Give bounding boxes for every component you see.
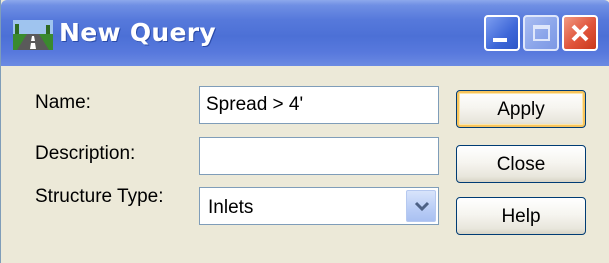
description-field[interactable]: [199, 137, 439, 175]
new-query-dialog: New Query Name: Spread > 4' Description:…: [0, 0, 609, 263]
name-field[interactable]: Spread > 4': [199, 86, 439, 124]
close-icon: [571, 24, 589, 42]
name-label: Name:: [35, 92, 91, 113]
close-button[interactable]: Close: [456, 145, 586, 183]
close-window-button[interactable]: [562, 15, 598, 51]
structure-type-label: Structure Type:: [35, 186, 164, 207]
chevron-down-icon: [414, 201, 430, 212]
structure-type-value: Inlets: [208, 197, 254, 218]
road-app-icon: [13, 20, 53, 50]
title-bar[interactable]: New Query: [1, 0, 609, 66]
dropdown-button[interactable]: [406, 190, 436, 222]
minimize-icon: [493, 38, 507, 42]
minimize-button[interactable]: [484, 15, 520, 51]
description-label: Description:: [35, 143, 136, 164]
maximize-icon: [533, 25, 550, 41]
help-button[interactable]: Help: [456, 197, 586, 235]
structure-type-select[interactable]: Inlets: [199, 187, 439, 225]
window-title: New Query: [59, 18, 217, 47]
maximize-button: [523, 15, 559, 51]
apply-button[interactable]: Apply: [456, 90, 586, 128]
